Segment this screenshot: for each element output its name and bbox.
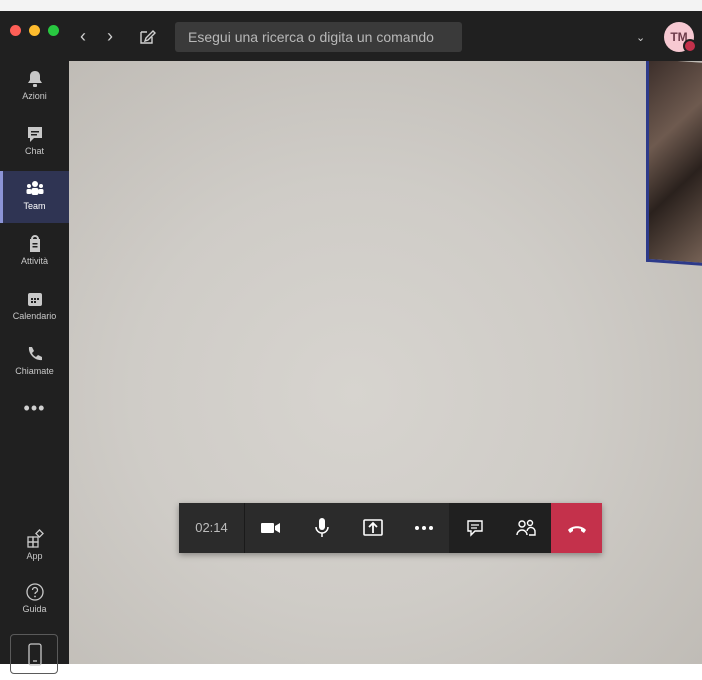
app-sidebar: Azioni Chat Team Attività Calendario Chi…: [0, 61, 69, 674]
sidebar-item-chiamate[interactable]: Chiamate: [0, 336, 69, 388]
close-window-button[interactable]: [10, 25, 21, 36]
sidebar-item-label: App: [26, 551, 43, 561]
sidebar-item-label: Azioni: [22, 91, 47, 101]
microphone-icon: [314, 518, 329, 537]
call-timer: 02:14: [179, 503, 245, 553]
help-icon: [25, 583, 44, 601]
chat-icon: [466, 520, 483, 537]
calendar-icon: [27, 293, 42, 306]
mobile-device-icon: [28, 643, 42, 666]
team-icon: [26, 181, 43, 195]
sidebar-item-guida[interactable]: Guida: [0, 574, 69, 626]
more-actions-button[interactable]: [398, 503, 449, 553]
minimize-window-button[interactable]: [29, 25, 40, 36]
phone-icon: [28, 347, 42, 361]
camera-toggle-button[interactable]: [245, 503, 296, 553]
chevron-right-icon[interactable]: ›: [107, 27, 113, 45]
hang-up-button[interactable]: [551, 503, 602, 553]
ellipsis-icon: [414, 526, 433, 530]
sidebar-item-label: Attività: [20, 256, 48, 266]
avatar[interactable]: TM: [664, 22, 697, 53]
show-participants-button[interactable]: [500, 503, 551, 553]
assignments-icon: [29, 235, 40, 252]
call-controls-bar: 02:14: [179, 503, 602, 553]
video-feed: [69, 61, 702, 664]
chat-icon: [27, 127, 42, 142]
share-screen-button[interactable]: [347, 503, 398, 553]
search-input[interactable]: Esegui una ricerca o digita un comando: [175, 22, 462, 52]
sidebar-item-label: Calendario: [12, 311, 57, 321]
hang-up-icon: [567, 526, 586, 533]
sidebar-item-label: Team: [23, 201, 46, 211]
maximize-window-button[interactable]: [48, 25, 59, 36]
sidebar-item-label: Guida: [22, 604, 47, 614]
sidebar-item-azioni[interactable]: Azioni: [0, 61, 69, 113]
video-camera-icon: [260, 523, 280, 533]
show-conversation-button[interactable]: [449, 503, 500, 553]
compose-icon[interactable]: [138, 28, 156, 46]
bell-icon: [27, 71, 42, 87]
microphone-toggle-button[interactable]: [296, 503, 347, 553]
sidebar-item-chat[interactable]: Chat: [0, 116, 69, 168]
sidebar-item-attivita[interactable]: Attività: [0, 226, 69, 278]
chevron-left-icon[interactable]: ‹: [80, 27, 86, 45]
more-apps-button[interactable]: •••: [0, 398, 69, 419]
sidebar-item-app[interactable]: App: [0, 521, 69, 573]
apps-icon: [26, 529, 44, 548]
sidebar-item-team[interactable]: Team: [0, 171, 69, 223]
presence-status-icon: [683, 39, 697, 53]
chevron-down-icon[interactable]: ⌄: [636, 31, 645, 44]
share-screen-icon: [362, 519, 383, 536]
title-bar: ‹ › Esegui una ricerca o digita un coman…: [0, 11, 702, 61]
device-button[interactable]: [10, 634, 58, 674]
sidebar-item-calendario[interactable]: Calendario: [0, 281, 69, 333]
sidebar-item-label: Chat: [24, 146, 44, 156]
window-top-strip: [0, 0, 702, 11]
participants-icon: [515, 519, 536, 536]
sidebar-item-label: Chiamate: [15, 366, 54, 376]
background-picture-frame: [646, 61, 702, 267]
